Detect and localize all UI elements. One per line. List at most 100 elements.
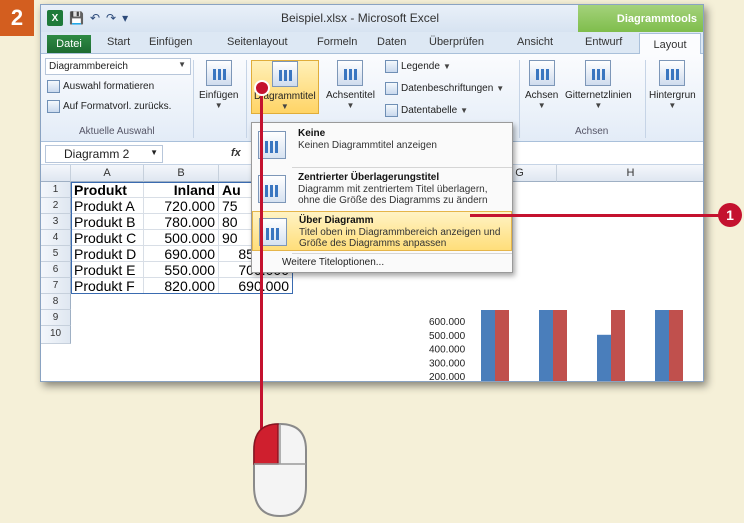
menu-item-title: Über Diagramm	[299, 215, 374, 226]
chevron-down-icon: ▼	[594, 101, 603, 110]
customize-qat-icon[interactable]: ▾	[122, 11, 128, 25]
row-header[interactable]: 4	[41, 230, 71, 246]
axes-button[interactable]: Achsen ▼	[525, 60, 558, 110]
excel-logo-icon: X	[47, 10, 63, 26]
chart-bar[interactable]	[539, 310, 553, 382]
axes-label: Achsen	[525, 90, 559, 101]
format-selection-button[interactable]: Auswahl formatieren	[47, 80, 154, 93]
background-button[interactable]: Hintergrun ▼	[649, 60, 696, 110]
table-cell[interactable]: Produkt E	[71, 262, 144, 278]
chevron-down-icon: ▼	[178, 60, 186, 69]
more-title-options[interactable]: Weitere Titeloptionen...	[282, 257, 384, 268]
table-cell[interactable]: 550.000	[144, 262, 219, 278]
row-header[interactable]: 1	[41, 182, 71, 198]
chevron-down-icon: ▼	[214, 101, 223, 110]
tab-page-layout[interactable]: Seitenlayout	[227, 36, 288, 48]
row-header[interactable]: 2	[41, 198, 71, 214]
reset-style-label: Auf Formatvorl. zurücks.	[63, 101, 172, 112]
menu-separator	[292, 167, 512, 168]
tab-layout[interactable]: Layout	[639, 33, 701, 55]
gridlines-label: Gitternetzlinien	[565, 90, 632, 101]
row-header[interactable]: 8	[41, 294, 71, 310]
chart-title-icon	[271, 61, 298, 87]
table-cell[interactable]: 690.000	[219, 278, 293, 294]
data-table-button[interactable]: Datentabelle ▼	[385, 104, 468, 117]
insert-button[interactable]: Einfügen ▼	[199, 60, 238, 110]
table-cell[interactable]: Produkt C	[71, 230, 144, 246]
row-header[interactable]: 10	[41, 326, 71, 344]
column-chart[interactable]: 600.000 500.000 400.000 300.000 200.000	[401, 310, 704, 382]
y-tick-label: 600.000	[429, 317, 466, 328]
chevron-down-icon: ▼	[668, 101, 677, 110]
save-icon[interactable]: 💾	[69, 11, 84, 25]
ribbon-tabs: Datei Start Einfügen Seitenlayout Formel…	[41, 32, 703, 55]
gridlines-button[interactable]: Gitternetzlinien ▼	[565, 60, 632, 110]
table-cell[interactable]: Produkt B	[71, 214, 144, 230]
menu-separator	[292, 253, 512, 254]
redo-icon[interactable]: ↷	[106, 11, 116, 25]
menu-item-above-chart[interactable]: Über Diagramm Titel oben im Diagrammbere…	[252, 211, 512, 251]
row-header[interactable]: 9	[41, 310, 71, 326]
table-cell[interactable]: 690.000	[144, 246, 219, 262]
chart-bar[interactable]	[553, 310, 567, 382]
column-header[interactable]: B	[144, 165, 219, 182]
pointer-dot	[254, 80, 270, 96]
chart-element-selector[interactable]: Diagrammbereich ▼	[45, 58, 191, 75]
reset-style-button[interactable]: Auf Formatvorl. zurücks.	[47, 100, 171, 113]
undo-icon[interactable]: ↶	[90, 11, 100, 25]
tab-start[interactable]: Start	[107, 36, 130, 48]
chart-bar[interactable]	[481, 310, 495, 382]
chevron-down-icon: ▼	[346, 101, 355, 110]
axis-title-label: Achsentitel	[326, 90, 375, 101]
axis-title-icon	[337, 60, 364, 86]
tab-review[interactable]: Überprüfen	[429, 36, 484, 48]
table-cell[interactable]: Produkt A	[71, 198, 144, 214]
name-box-value: Diagramm 2	[64, 147, 130, 161]
row-header[interactable]: 7	[41, 278, 71, 294]
legend-button[interactable]: Legende ▼	[385, 60, 451, 73]
data-labels-button[interactable]: Datenbeschriftungen ▼	[385, 82, 504, 95]
title-bar: X 💾 ↶ ↷ ▾ Beispiel.xlsx - Microsoft Exce…	[41, 5, 703, 32]
chart-bar[interactable]	[669, 310, 683, 382]
table-cell[interactable]: Produkt F	[71, 278, 144, 294]
select-all-corner[interactable]	[41, 165, 71, 182]
tab-insert[interactable]: Einfügen	[149, 36, 192, 48]
chevron-down-icon: ▼	[537, 101, 546, 110]
group-label-axes: Achsen	[575, 126, 609, 137]
tab-data[interactable]: Daten	[377, 36, 406, 48]
row-header[interactable]: 6	[41, 262, 71, 278]
group-separator	[193, 60, 194, 138]
gridlines-icon	[585, 60, 612, 86]
axis-title-button[interactable]: Achsentitel ▼	[326, 60, 375, 110]
chart-bar[interactable]	[495, 310, 509, 382]
chart-element-selector-value: Diagrammbereich	[49, 61, 128, 72]
chart-bar[interactable]	[655, 310, 669, 382]
chevron-down-icon: ▼	[460, 106, 469, 115]
excel-window: X 💾 ↶ ↷ ▾ Beispiel.xlsx - Microsoft Exce…	[40, 4, 704, 382]
table-cell[interactable]: Produkt D	[71, 246, 144, 262]
menu-item-title: Zentrierter Überlagerungstitel	[298, 172, 440, 183]
data-labels-icon	[385, 82, 398, 95]
table-cell[interactable]: 780.000	[144, 214, 219, 230]
chart-bar[interactable]	[611, 310, 625, 382]
table-cell[interactable]: 820.000	[144, 278, 219, 294]
tab-file[interactable]: Datei	[47, 35, 91, 53]
menu-item-centered-overlay[interactable]: Zentrierter Überlagerungstitel Diagramm …	[252, 169, 512, 209]
reset-icon	[47, 100, 60, 113]
column-header[interactable]: A	[71, 165, 144, 182]
tab-view[interactable]: Ansicht	[517, 36, 553, 48]
cell-header-product[interactable]: Produkt	[71, 182, 144, 198]
cell-header-inland[interactable]: Inland	[144, 182, 219, 198]
table-cell[interactable]: 500.000	[144, 230, 219, 246]
chart-bar[interactable]	[597, 334, 611, 382]
table-cell[interactable]: 720.000	[144, 198, 219, 214]
fx-icon[interactable]: fx	[231, 147, 241, 159]
row-header[interactable]: 3	[41, 214, 71, 230]
tab-design[interactable]: Entwurf	[585, 36, 622, 48]
legend-icon	[385, 60, 398, 73]
tab-formulas[interactable]: Formeln	[317, 36, 357, 48]
menu-item-none[interactable]: Keine Keinen Diagrammtitel anzeigen	[252, 125, 512, 165]
row-header[interactable]: 5	[41, 246, 71, 262]
name-box[interactable]: Diagramm 2 ▼	[45, 145, 163, 163]
column-header[interactable]: H	[557, 165, 703, 182]
